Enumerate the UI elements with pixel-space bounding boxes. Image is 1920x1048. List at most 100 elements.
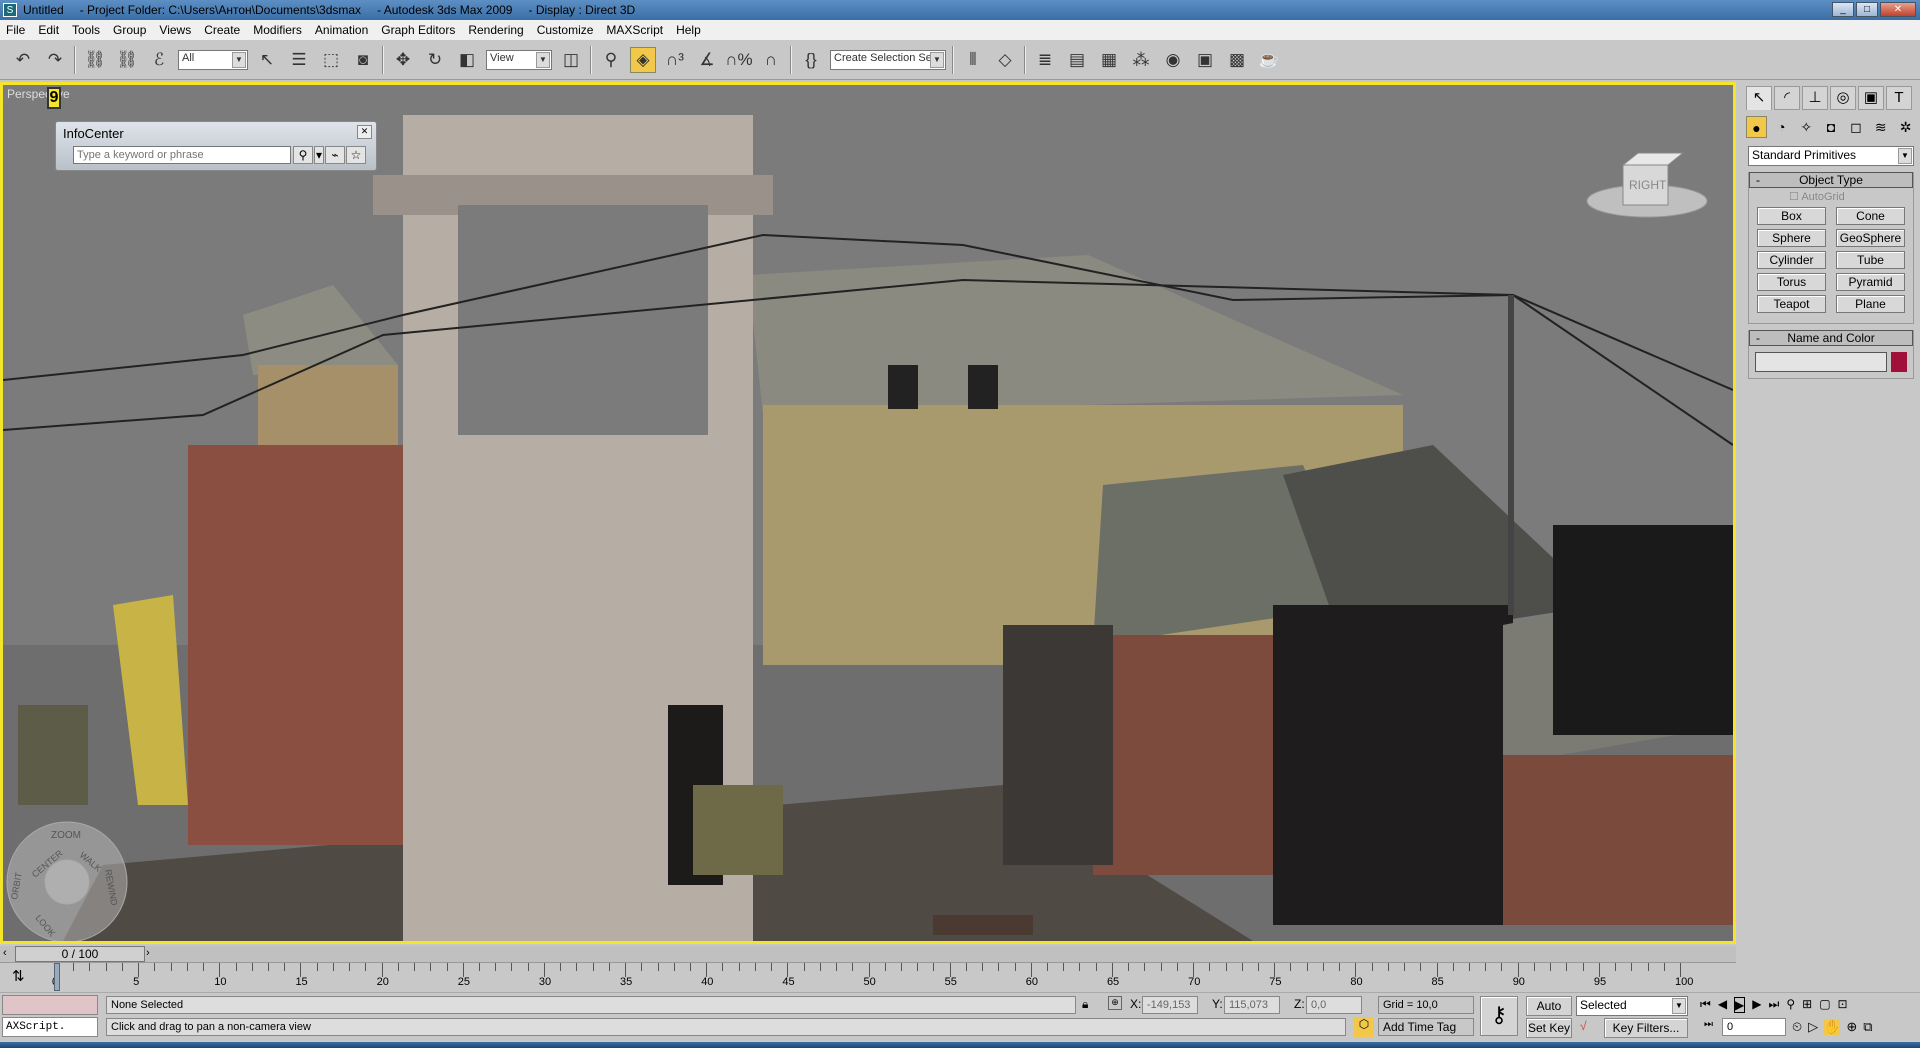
display-tab-icon[interactable]: ▣ xyxy=(1858,86,1884,110)
manipulate-icon[interactable]: ⚲ xyxy=(598,47,624,73)
object-name-input[interactable] xyxy=(1755,352,1887,372)
viewcube[interactable]: RIGHT xyxy=(1583,145,1713,225)
create-tab-icon[interactable]: ↖ xyxy=(1746,86,1772,110)
next-key-icon[interactable]: ▶ xyxy=(1752,997,1761,1013)
maxscript-mini-listener[interactable]: AXScript. xyxy=(2,1017,98,1037)
render-teapot-icon[interactable]: ☕ xyxy=(1256,47,1282,73)
menu-customize[interactable]: Customize xyxy=(537,23,594,37)
add-time-tag-button[interactable]: Add Time Tag xyxy=(1378,1018,1474,1036)
maximize-button[interactable]: □ xyxy=(1856,2,1878,17)
previous-frame-icon[interactable]: ‹ xyxy=(3,947,7,959)
search-icon[interactable]: ⚲ xyxy=(293,146,313,164)
menu-file[interactable]: File xyxy=(6,23,25,37)
named-selection-set-dropdown[interactable]: Create Selection Set ▼ xyxy=(830,49,946,70)
plane-button[interactable]: Plane xyxy=(1836,295,1905,313)
perspective-viewport[interactable]: Perspective 9 RIGHT ZOOM ORBIT CENTER WA… xyxy=(0,82,1736,944)
menu-edit[interactable]: Edit xyxy=(38,23,59,37)
time-slider-track[interactable]: ‹ › xyxy=(0,946,1736,962)
steering-wheel[interactable]: ZOOM ORBIT CENTER WALK REWIND LOOK xyxy=(5,820,135,944)
utilities-tab-icon[interactable]: T xyxy=(1886,86,1912,110)
go-to-end-icon[interactable]: ⏭ xyxy=(1769,997,1780,1013)
schematic-view-icon[interactable]: ⁂ xyxy=(1128,47,1154,73)
menu-rendering[interactable]: Rendering xyxy=(468,23,523,37)
geometry-icon[interactable]: ● xyxy=(1746,116,1767,138)
lights-icon[interactable]: ✧ xyxy=(1796,116,1817,138)
name-and-color-header[interactable]: - Name and Color xyxy=(1749,330,1913,346)
menu-views[interactable]: Views xyxy=(159,23,191,37)
pyramid-button[interactable]: Pyramid xyxy=(1836,273,1905,291)
window-crossing-icon[interactable]: ◙ xyxy=(350,47,376,73)
move-icon[interactable]: ✥ xyxy=(390,47,416,73)
keyboard-shortcut-override-icon[interactable]: ◈ xyxy=(630,46,656,73)
tube-button[interactable]: Tube xyxy=(1836,251,1905,269)
angle-snap-icon[interactable]: ∡ xyxy=(694,47,720,73)
app-icon[interactable]: S xyxy=(3,3,17,17)
zoom-icon[interactable]: ⚲ xyxy=(1786,997,1795,1013)
cameras-icon[interactable]: ◘ xyxy=(1821,116,1842,138)
select-object-icon[interactable]: ↖ xyxy=(254,47,280,73)
maxscript-listener-output[interactable] xyxy=(2,995,98,1015)
next-frame-icon[interactable]: › xyxy=(146,947,150,959)
menu-help[interactable]: Help xyxy=(676,23,701,37)
current-frame-field[interactable]: 0 xyxy=(1722,1018,1786,1036)
unlink-icon[interactable]: ⛓ xyxy=(114,47,140,73)
field-of-view-icon[interactable]: ▷ xyxy=(1808,1019,1818,1035)
infocenter-search-input[interactable] xyxy=(73,146,291,164)
shapes-icon[interactable]: ◔ xyxy=(1771,116,1792,138)
menu-graph-editors[interactable]: Graph Editors xyxy=(381,23,455,37)
layer-manager-icon[interactable]: ≣ xyxy=(1032,47,1058,73)
select-and-link-icon[interactable]: ⛓ xyxy=(82,47,108,73)
zoom-extents-all-icon[interactable]: ⊡ xyxy=(1838,997,1848,1013)
auto-key-button[interactable]: Auto Key xyxy=(1526,996,1572,1031)
minimize-button[interactable]: _ xyxy=(1832,2,1854,17)
teapot-button[interactable]: Teapot xyxy=(1757,295,1826,313)
wheel-zoom[interactable]: ZOOM xyxy=(51,830,81,841)
mirror-icon[interactable]: ⫴ xyxy=(960,47,986,73)
key-mode-toggle-icon[interactable]: ⏭ xyxy=(1704,1019,1713,1030)
bind-space-warp-icon[interactable]: ℰ xyxy=(146,47,172,73)
snaps-toggle-icon[interactable]: ∩³ xyxy=(662,47,688,73)
curve-editor-icon[interactable]: ▦ xyxy=(1096,47,1122,73)
close-icon[interactable]: ✕ xyxy=(357,125,372,139)
close-button[interactable]: ✕ xyxy=(1880,2,1916,17)
graphite-ribbon-icon[interactable]: ▤ xyxy=(1064,47,1090,73)
time-tag-icon[interactable]: ⬡ xyxy=(1354,1017,1374,1037)
default-tangent-icon[interactable]: √ xyxy=(1580,1019,1587,1033)
percent-snap-icon[interactable]: ∩% xyxy=(725,47,752,73)
edit-named-selection-icon[interactable]: {} xyxy=(798,47,824,73)
object-category-dropdown[interactable]: Standard Primitives ▼ xyxy=(1748,146,1914,166)
zoom-extents-icon[interactable]: ▢ xyxy=(1819,997,1830,1013)
time-slider-thumb[interactable]: 0 / 100 xyxy=(15,946,145,962)
autogrid-checkbox[interactable]: ☐ AutoGrid xyxy=(1749,188,1913,203)
y-coordinate-field[interactable]: 115,073 xyxy=(1224,996,1280,1014)
motion-tab-icon[interactable]: ◎ xyxy=(1830,86,1856,110)
object-color-swatch[interactable] xyxy=(1891,352,1907,372)
z-coordinate-field[interactable]: 0,0 xyxy=(1306,996,1362,1014)
x-coordinate-field[interactable]: -149,153 xyxy=(1142,996,1198,1014)
rotate-icon[interactable]: ↻ xyxy=(422,47,448,73)
maximize-viewport-icon[interactable]: ⧉ xyxy=(1863,1019,1872,1035)
key-mode-dropdown[interactable]: Selected ▼ xyxy=(1576,996,1688,1016)
communication-center-icon[interactable]: ⌁ xyxy=(325,146,345,164)
space-warps-icon[interactable]: ≋ xyxy=(1870,116,1891,138)
material-editor-icon[interactable]: ◉ xyxy=(1160,47,1186,73)
helpers-icon[interactable]: ◻ xyxy=(1845,116,1866,138)
select-by-name-icon[interactable]: ☰ xyxy=(286,47,312,73)
menu-group[interactable]: Group xyxy=(113,23,146,37)
menu-animation[interactable]: Animation xyxy=(315,23,368,37)
scale-icon[interactable]: ◧ xyxy=(454,47,480,73)
pan-hand-icon[interactable]: ✋ xyxy=(1824,1019,1841,1035)
current-frame-marker[interactable] xyxy=(54,963,60,991)
key-filters-button[interactable]: Key Filters... xyxy=(1604,1018,1688,1038)
align-icon[interactable]: ◇ xyxy=(992,47,1018,73)
systems-icon[interactable]: ✲ xyxy=(1895,116,1916,138)
cone-button[interactable]: Cone xyxy=(1836,207,1905,225)
redo-icon[interactable]: ↷ xyxy=(42,47,68,73)
previous-key-icon[interactable]: ◀ xyxy=(1718,997,1727,1013)
chevron-down-icon[interactable]: ▾ xyxy=(314,146,324,164)
object-type-header[interactable]: - Object Type xyxy=(1749,172,1913,188)
box-button[interactable]: Box xyxy=(1757,207,1826,225)
zoom-all-icon[interactable]: ⊞ xyxy=(1802,997,1812,1013)
spinner-snap-icon[interactable]: ∩ xyxy=(758,47,784,73)
undo-icon[interactable]: ↶ xyxy=(10,47,36,73)
